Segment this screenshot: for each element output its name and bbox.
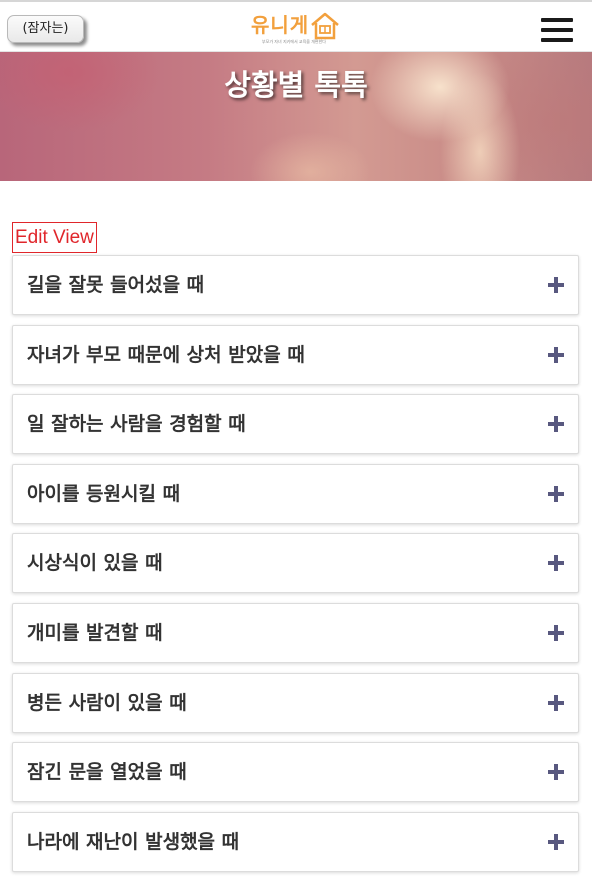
accordion-item-label: 개미를 발견할 때 xyxy=(27,621,163,644)
accordion-item[interactable]: 자녀가 부모 때문에 상처 받았을 때 xyxy=(12,324,579,385)
edit-view-link[interactable]: Edit View xyxy=(12,222,97,253)
house-logo-icon xyxy=(311,12,339,40)
accordion-item-label: 일 잘하는 사람을 경험할 때 xyxy=(27,413,246,436)
plus-icon[interactable] xyxy=(548,764,564,781)
situation-accordion-list: 길을 잘못 들어섰을 때 자녀가 부모 때문에 상처 받았을 때 일 잘하는 사… xyxy=(12,255,579,881)
accordion-item-label: 자녀가 부모 때문에 상처 받았을 때 xyxy=(27,343,305,366)
accordion-item[interactable]: 시상식이 있을 때 xyxy=(12,533,579,594)
hamburger-icon-line xyxy=(541,18,573,22)
hamburger-menu-button[interactable] xyxy=(541,16,573,44)
accordion-item-label: 병든 사람이 있을 때 xyxy=(27,691,187,714)
logo-text: 유니게 xyxy=(251,13,310,37)
accordion-item-label: 길을 잘못 들어섰을 때 xyxy=(27,274,205,296)
plus-icon[interactable] xyxy=(548,833,564,850)
plus-icon[interactable] xyxy=(548,485,564,502)
page-title: 상황별 톡톡 xyxy=(224,68,368,102)
accordion-item[interactable]: 개미를 발견할 때 xyxy=(12,602,579,663)
hamburger-icon-line xyxy=(541,28,573,32)
site-logo[interactable]: 유니게 부모가 자녀 지키에서 교육을 개편한다 xyxy=(248,7,344,49)
plus-icon[interactable] xyxy=(548,555,564,572)
accordion-item[interactable]: 일 잘하는 사람을 경험할 때 xyxy=(12,394,579,455)
plus-icon[interactable] xyxy=(548,694,564,711)
accordion-item-label: 잠긴 문을 열었을 때 xyxy=(27,761,187,784)
accordion-item-label: 나라에 재난이 발생했을 때 xyxy=(27,830,240,853)
hamburger-icon-line xyxy=(541,38,573,42)
accordion-item[interactable]: 길을 잘못 들어섰을 때 xyxy=(12,255,579,315)
accordion-item[interactable]: 나라에 재난이 발생했을 때 xyxy=(12,811,579,872)
accordion-item[interactable]: 아이를 등원시킬 때 xyxy=(12,463,579,524)
plus-icon[interactable] xyxy=(548,346,564,363)
plus-icon[interactable] xyxy=(548,277,564,293)
accordion-item-label: 시상식이 있을 때 xyxy=(27,552,163,575)
plus-icon[interactable] xyxy=(548,416,564,433)
accordion-item[interactable]: 잠긴 문을 열었을 때 xyxy=(12,742,579,803)
logo-tagline: 부모가 자녀 지키에서 교육을 개편한다 xyxy=(262,39,326,44)
hero-banner: 상황별 톡톡 xyxy=(0,52,592,181)
language-button[interactable]: (잠자는) xyxy=(7,15,84,43)
accordion-item-label: 아이를 등원시킬 때 xyxy=(27,482,181,505)
plus-icon[interactable] xyxy=(548,624,564,641)
top-navigation-bar: (잠자는) 유니게 부모가 자녀 지키에서 교육을 개편한다 xyxy=(0,0,592,52)
accordion-item[interactable]: 병든 사람이 있을 때 xyxy=(12,672,579,733)
